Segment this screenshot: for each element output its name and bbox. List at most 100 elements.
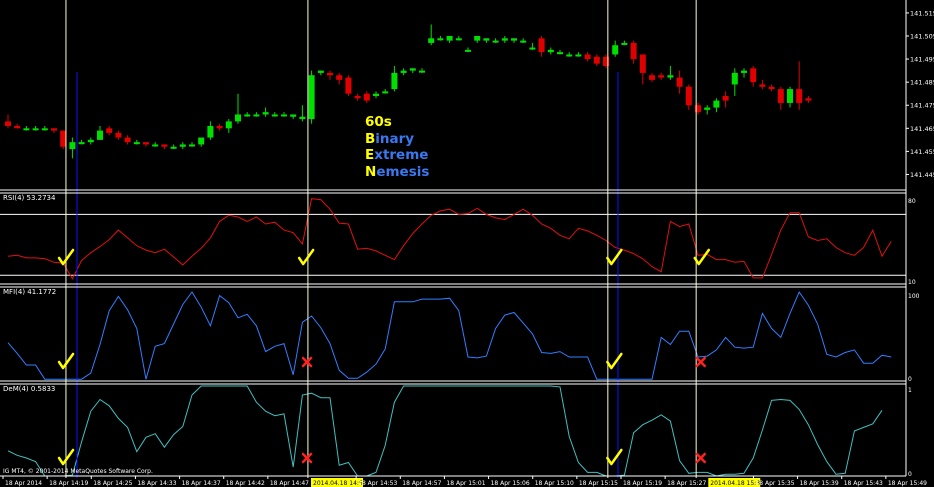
overlay-line-nemesis: Nemesis: [365, 163, 430, 180]
time-tick-label: 18 Apr 15:10: [535, 480, 574, 487]
candle-up: [409, 68, 416, 71]
candle-down: [750, 68, 757, 83]
candle-up: [391, 72, 398, 90]
candle-down: [676, 77, 683, 87]
price-tick-label: 141.465: [910, 125, 934, 133]
candle-down: [639, 54, 646, 73]
candle-down: [593, 56, 600, 64]
candle-up: [244, 114, 251, 117]
candle-down: [796, 89, 803, 103]
candle-up: [713, 100, 720, 108]
candle-down: [584, 54, 591, 60]
price-tick-label: 141.495: [910, 56, 934, 64]
candle-up: [437, 38, 444, 41]
candle-up: [308, 75, 315, 120]
time-tick-label: 18 Apr 15:27: [667, 480, 706, 487]
candle-down: [143, 142, 149, 145]
candle-up: [271, 114, 278, 117]
candle-up: [419, 70, 425, 73]
candle-down: [51, 128, 57, 131]
candle-down: [538, 38, 545, 53]
mfi-label: MFI(4) 41.1772: [3, 288, 56, 296]
mfi-scale-top: 100: [908, 293, 920, 300]
price-tick-label: 141.445: [910, 171, 934, 179]
time-tick-label: 18 Apr 14:19: [49, 480, 88, 487]
candle-up: [446, 36, 453, 41]
candle-up: [575, 54, 582, 57]
candle-up: [253, 114, 260, 117]
candle-down: [722, 96, 729, 101]
candle-up: [97, 130, 103, 140]
time-tick-label: 18 Apr 14:57: [402, 480, 441, 487]
candle-up: [317, 70, 324, 73]
candle-down: [658, 75, 665, 78]
candle-up: [281, 114, 287, 117]
candle-down: [777, 89, 784, 103]
candle-up: [87, 139, 94, 143]
candle-down: [345, 77, 352, 94]
candle-up: [731, 72, 738, 85]
candle-up: [189, 144, 195, 147]
time-tick-label: 18 Apr 15:39: [800, 480, 839, 487]
candle-up: [78, 142, 85, 145]
candle-down: [768, 86, 775, 90]
time-tick-label: 18 Apr 15:06: [491, 480, 530, 487]
time-tick-label: 18 Apr 15:43: [844, 480, 883, 487]
candle-up: [382, 91, 389, 94]
overlay-line-binary: Binary: [365, 130, 415, 147]
candle-down: [805, 98, 812, 101]
candle-up: [787, 89, 793, 103]
candle-up: [612, 45, 619, 55]
candle-up: [69, 142, 76, 150]
candle-up: [133, 142, 140, 145]
overlay-line-60s: 60s: [365, 114, 392, 130]
candle-up: [262, 112, 269, 115]
candle-up: [225, 121, 232, 129]
candle-up: [741, 70, 747, 73]
time-tick-label: 18 Apr 14:53: [358, 480, 397, 487]
candle-down: [327, 72, 333, 76]
candle-down: [106, 128, 113, 133]
time-tick-label: 18 Apr 14:42: [226, 480, 265, 487]
overlay-line-extreme: Extreme: [365, 147, 429, 163]
candle-down: [363, 93, 370, 101]
candle-down: [759, 84, 766, 87]
mfi-scale-bottom: 0: [908, 376, 912, 383]
candle-down: [336, 75, 343, 80]
candle-down: [60, 130, 67, 147]
candle-up: [547, 49, 554, 53]
time-tick-label: 18 Apr 15:35: [755, 480, 794, 487]
rsi-label: RSI(4) 53.2734: [3, 194, 56, 202]
candle-up: [152, 144, 159, 147]
time-tick-label: 18 Apr 15:49: [888, 480, 927, 487]
candle-up: [520, 40, 527, 43]
trading-chart[interactable]: 8010 1000 10 141.515141.505141.495141.48…: [0, 0, 934, 487]
dem-label: DeM(4) 0.5833: [3, 385, 55, 393]
candle-down: [5, 121, 11, 126]
price-tick-label: 141.455: [910, 148, 934, 156]
dem-scale-top: 1: [908, 387, 912, 394]
indicator-title-overlay: 60s Binary Extreme Nemesis: [365, 114, 429, 180]
candle-up: [465, 49, 471, 52]
price-tick-label: 141.485: [910, 79, 934, 87]
copyright-text: IG MT4, © 2001-2014 MetaQuotes Software …: [3, 468, 153, 475]
candle-up: [492, 40, 499, 43]
candle-up: [667, 75, 674, 78]
candle-down: [124, 137, 131, 143]
candle-down: [216, 126, 223, 129]
candle-up: [23, 128, 30, 131]
time-tick-label: 18 Apr 14:25: [93, 480, 132, 487]
candle-up: [290, 114, 297, 117]
candle-up: [235, 114, 241, 122]
price-tick-label: 141.515: [910, 9, 934, 17]
candle-up: [198, 137, 205, 145]
rsi-scale-bottom: 10: [908, 279, 916, 286]
candle-up: [529, 47, 536, 50]
candle-down: [115, 132, 122, 138]
candle-down: [685, 86, 692, 106]
candle-up: [428, 38, 435, 43]
candle-up: [483, 38, 490, 41]
time-tick-label: 18 Apr 15:19: [623, 480, 662, 487]
candle-down: [649, 75, 655, 80]
rsi-scale-top: 80: [908, 198, 916, 205]
